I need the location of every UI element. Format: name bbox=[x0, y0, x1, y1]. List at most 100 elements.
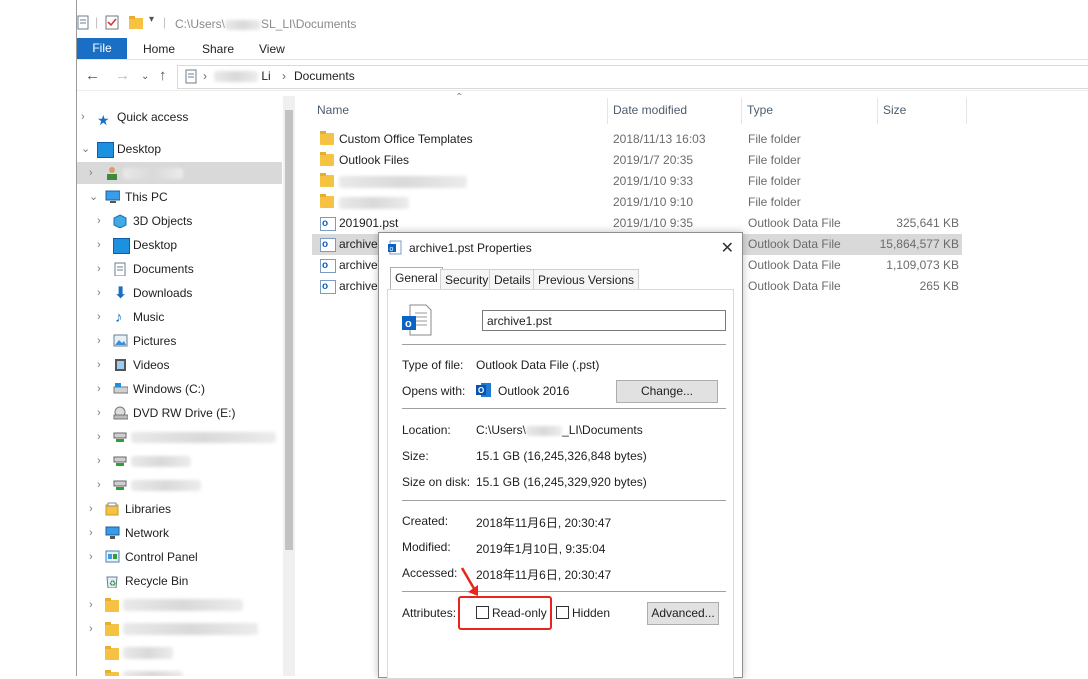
chevron-right-icon[interactable]: › bbox=[89, 522, 93, 544]
chevron-right-icon[interactable]: › bbox=[97, 354, 101, 376]
nav-item-downloads[interactable]: › ⬇ Downloads bbox=[77, 282, 282, 304]
modified-value: 2019年1月10日, 9:35:04 bbox=[476, 542, 606, 556]
nav-item-user-profile[interactable]: › bbox=[77, 162, 282, 184]
nav-label: Recycle Bin bbox=[125, 574, 189, 588]
file-size: 265 KB bbox=[919, 279, 959, 293]
nav-item-folder[interactable]: › bbox=[77, 618, 282, 640]
hidden-checkbox[interactable] bbox=[556, 606, 569, 619]
chevron-right-icon[interactable]: › bbox=[97, 282, 101, 304]
nav-item-network[interactable]: › Network bbox=[77, 522, 282, 544]
file-type: Outlook Data File bbox=[748, 216, 841, 230]
nav-item-libraries[interactable]: › Libraries bbox=[77, 498, 282, 520]
column-divider[interactable] bbox=[607, 98, 608, 124]
chevron-right-icon[interactable]: › bbox=[81, 106, 85, 128]
chevron-right-icon[interactable]: › bbox=[97, 234, 101, 256]
dialog-title-bar[interactable]: o archive1.pst Properties ✕ bbox=[379, 233, 742, 262]
chevron-right-icon[interactable]: › bbox=[97, 306, 101, 328]
breadcrumb-documents[interactable]: Documents bbox=[294, 69, 355, 83]
column-divider[interactable] bbox=[966, 98, 967, 124]
nav-item-network-drive[interactable]: › bbox=[77, 426, 282, 448]
drive-icon bbox=[113, 383, 128, 394]
file-row[interactable]: 2019/1/10 9:33 File folder bbox=[312, 171, 962, 192]
column-header-type[interactable]: Type bbox=[747, 103, 773, 117]
nav-item-videos[interactable]: › Videos bbox=[77, 354, 282, 376]
tab-file[interactable]: File bbox=[77, 38, 127, 59]
location-prefix: C:\Users\ bbox=[476, 423, 527, 437]
desktop-icon bbox=[97, 142, 114, 158]
nav-item-network-drive[interactable]: › bbox=[77, 450, 282, 472]
breadcrumb-user[interactable]: Li bbox=[214, 69, 271, 83]
up-arrow-icon[interactable]: ↑ bbox=[159, 67, 167, 84]
column-header-name[interactable]: Name bbox=[317, 103, 349, 117]
advanced-button[interactable]: Advanced... bbox=[647, 602, 719, 625]
chevron-right-icon[interactable]: › bbox=[89, 594, 93, 616]
column-divider[interactable] bbox=[877, 98, 878, 124]
chevron-right-icon[interactable]: › bbox=[97, 378, 101, 400]
column-header-size[interactable]: Size bbox=[883, 103, 906, 117]
checklist-icon[interactable] bbox=[105, 15, 119, 30]
chevron-right-icon[interactable]: › bbox=[97, 402, 101, 424]
chevron-down-icon[interactable]: ⌄ bbox=[81, 138, 90, 160]
chevron-down-icon[interactable]: ⌄ bbox=[89, 186, 98, 208]
redacted-text bbox=[339, 197, 409, 209]
chevron-right-icon[interactable]: › bbox=[89, 546, 93, 568]
address-box[interactable]: › Li › Documents bbox=[177, 65, 1088, 89]
nav-item-folder[interactable] bbox=[77, 642, 282, 664]
nav-item-quick-access[interactable]: › ★ Quick access bbox=[77, 106, 282, 128]
change-button[interactable]: Change... bbox=[616, 380, 718, 403]
chevron-right-icon[interactable]: › bbox=[97, 258, 101, 280]
file-row[interactable]: 2019/1/10 9:10 File folder bbox=[312, 192, 962, 213]
file-name-field[interactable]: archive1.pst bbox=[482, 310, 726, 331]
chevron-right-icon[interactable]: › bbox=[97, 210, 101, 232]
nav-item-folder[interactable] bbox=[77, 666, 282, 676]
chevron-right-icon[interactable]: › bbox=[97, 450, 101, 472]
nav-item-music[interactable]: › ♪ Music bbox=[77, 306, 282, 328]
properties-icon[interactable] bbox=[77, 15, 89, 30]
tab-home[interactable]: Home bbox=[143, 40, 175, 59]
nav-item-documents[interactable]: › Documents bbox=[77, 258, 282, 280]
new-folder-icon[interactable] bbox=[129, 16, 143, 29]
nav-pane-scrollbar-thumb[interactable] bbox=[285, 110, 293, 550]
column-divider[interactable] bbox=[741, 98, 742, 124]
file-name: Outlook Files bbox=[339, 153, 410, 167]
chevron-right-icon[interactable]: › bbox=[89, 498, 93, 520]
nav-item-pictures[interactable]: › Pictures bbox=[77, 330, 282, 352]
nav-item-folder[interactable]: › bbox=[77, 594, 282, 616]
chevron-right-icon[interactable]: › bbox=[89, 162, 93, 184]
file-row[interactable]: Custom Office Templates 2018/11/13 16:03… bbox=[312, 129, 962, 150]
column-header-date[interactable]: Date modified bbox=[613, 103, 687, 117]
forward-arrow-icon[interactable]: → bbox=[115, 67, 130, 84]
nav-item-windows-c[interactable]: › Windows (C:) bbox=[77, 378, 282, 400]
hidden-label[interactable]: Hidden bbox=[572, 606, 610, 620]
close-icon[interactable]: ✕ bbox=[721, 238, 734, 258]
nav-item-control-panel[interactable]: › Control Panel bbox=[77, 546, 282, 568]
file-row[interactable]: 201901.pst 2019/1/10 9:35 Outlook Data F… bbox=[312, 213, 962, 234]
nav-item-desktop[interactable]: › Desktop bbox=[77, 234, 282, 256]
quick-access-toolbar-dropdown-icon[interactable]: ▾ bbox=[149, 14, 154, 25]
file-row[interactable]: Outlook Files 2019/1/7 20:35 File folder bbox=[312, 150, 962, 171]
recent-locations-chevron-down-icon[interactable]: ⌄ bbox=[141, 71, 149, 82]
tab-details[interactable]: Details bbox=[489, 269, 536, 290]
breadcrumb-chevron-icon[interactable]: › bbox=[203, 69, 207, 83]
nav-item-dvd-drive[interactable]: › DVD RW Drive (E:) bbox=[77, 402, 282, 424]
tab-view[interactable]: View bbox=[259, 40, 285, 59]
nav-item-3d-objects[interactable]: › 3D Objects bbox=[77, 210, 282, 232]
breadcrumb-chevron-icon[interactable]: › bbox=[282, 69, 286, 83]
chevron-right-icon[interactable]: › bbox=[97, 474, 101, 496]
chevron-right-icon[interactable]: › bbox=[97, 426, 101, 448]
nav-item-recycle-bin[interactable]: ♻ Recycle Bin bbox=[77, 570, 282, 592]
tab-previous-versions[interactable]: Previous Versions bbox=[533, 269, 640, 290]
chevron-right-icon[interactable]: › bbox=[89, 618, 93, 640]
tab-share[interactable]: Share bbox=[202, 40, 234, 59]
divider bbox=[402, 591, 726, 592]
chevron-right-icon[interactable]: › bbox=[97, 330, 101, 352]
back-arrow-icon[interactable]: ← bbox=[85, 67, 100, 84]
tab-general[interactable]: General bbox=[390, 267, 443, 290]
nav-item-network-drive[interactable]: › bbox=[77, 474, 282, 496]
nav-label: Windows (C:) bbox=[133, 382, 206, 396]
location-suffix: _LI\Documents bbox=[562, 423, 643, 437]
nav-item-desktop-root[interactable]: ⌄ Desktop bbox=[77, 138, 282, 160]
nav-item-this-pc[interactable]: ⌄ This PC bbox=[77, 186, 282, 208]
location-label: Location: bbox=[402, 423, 451, 437]
tab-security[interactable]: Security bbox=[440, 269, 494, 290]
